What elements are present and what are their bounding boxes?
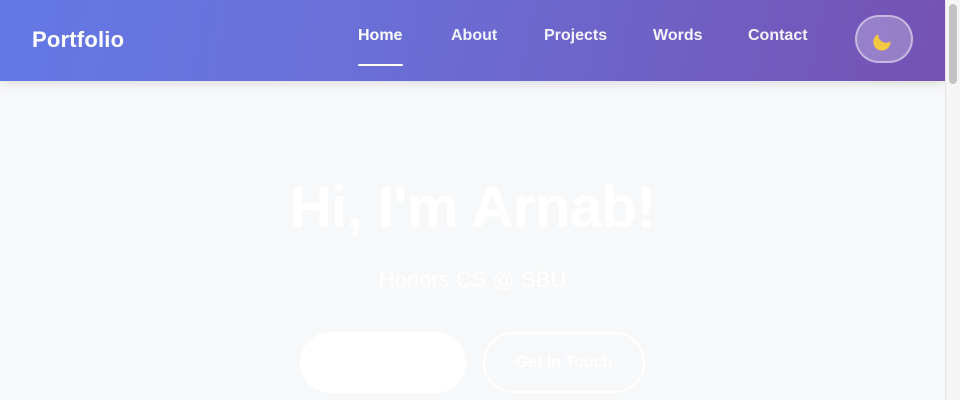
nav-home[interactable]: Home [358, 27, 402, 49]
moon-icon [873, 34, 891, 51]
scrollbar-thumb[interactable] [949, 4, 957, 84]
primary-cta-button[interactable] [300, 332, 466, 393]
nav-contact[interactable]: Contact [748, 27, 808, 49]
active-nav-indicator [358, 64, 403, 66]
vertical-scrollbar[interactable] [945, 0, 960, 400]
nav-words[interactable]: Words [653, 27, 702, 49]
nav-about[interactable]: About [451, 27, 497, 49]
hero-subtitle: Honors CS @ SBU [378, 267, 567, 292]
navbar: Portfolio Home About Projects Words Cont… [0, 0, 945, 81]
hero-section: Hi, I'm Arnab! Honors CS @ SBU Get In To… [0, 81, 945, 400]
brand-logo[interactable]: Portfolio [32, 27, 124, 53]
nav-projects[interactable]: Projects [544, 27, 607, 49]
get-in-touch-button[interactable]: Get In Touch [483, 332, 645, 393]
page: Portfolio Home About Projects Words Cont… [0, 0, 960, 400]
theme-toggle-button[interactable] [855, 15, 913, 63]
hero-title: Hi, I'm Arnab! [289, 175, 656, 240]
